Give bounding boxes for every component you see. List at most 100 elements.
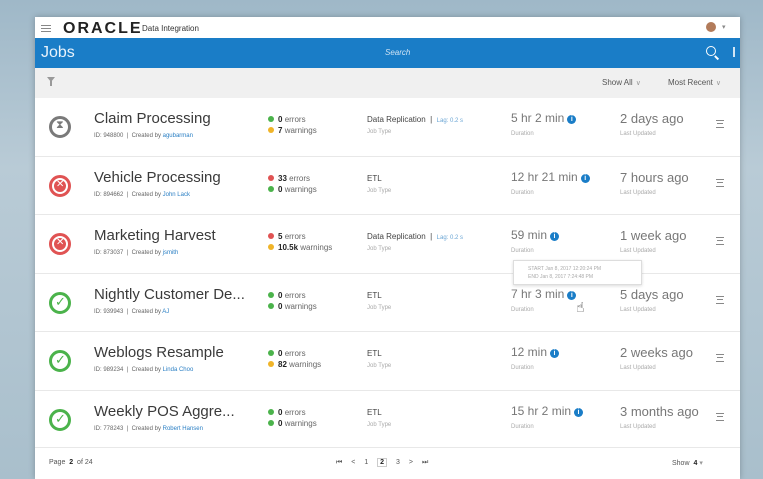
creator-link[interactable]: Linda Choo <box>163 367 194 373</box>
row-menu-icon[interactable] <box>716 120 724 128</box>
duration-label: Duration <box>511 306 534 313</box>
errors-label: errors <box>284 349 306 358</box>
job-name[interactable]: Nightly Customer De... <box>94 286 245 303</box>
issue-counts: 0 errors 0 warnings <box>268 290 317 312</box>
more-icon[interactable] <box>733 47 735 57</box>
job-type: ETL <box>367 174 382 183</box>
errors-label: errors <box>284 115 306 124</box>
job-name[interactable]: Weekly POS Aggre... <box>94 403 235 420</box>
warnings-label: warnings <box>284 126 317 135</box>
created-by-label: Created by <box>131 250 161 256</box>
creator-link[interactable]: John Lack <box>163 192 190 198</box>
job-id: ID: 894662 <box>94 191 124 198</box>
warnings-label: warnings <box>284 418 317 428</box>
info-icon[interactable]: i <box>567 115 577 124</box>
prev-page-icon[interactable]: < <box>351 459 355 466</box>
job-type: Data Replication | Lag: 0.2 s <box>367 232 464 241</box>
filter-icon[interactable] <box>47 77 55 86</box>
job-row[interactable]: Claim Processing ID: 948800 | Created by… <box>35 98 740 157</box>
warnings-label: warnings <box>284 301 317 311</box>
page-3-link[interactable]: 3 <box>396 459 400 466</box>
creator-link[interactable]: agubarman <box>163 133 193 139</box>
job-type-value: ETL <box>367 349 382 358</box>
last-updated: 2 days ago <box>620 111 684 126</box>
tooltip-end: END Jan 8, 2017 7:24:48 PM <box>528 274 594 280</box>
user-avatar-icon[interactable] <box>706 22 716 32</box>
last-page-icon[interactable]: ⏭ <box>422 459 428 467</box>
oracle-logo: ORACLE <box>63 20 143 37</box>
issue-counts: 33 errors 0 warnings <box>268 173 317 195</box>
show-filter-label: Show All <box>602 78 633 87</box>
sort-dropdown[interactable]: Most Recent ∨ <box>668 78 721 87</box>
job-type: Data Replication | Lag: 0.2 s <box>367 115 464 124</box>
info-icon[interactable]: i <box>550 232 560 241</box>
job-name[interactable]: Vehicle Processing <box>94 169 221 186</box>
lag-value: Lag: 0.2 s <box>436 235 464 241</box>
error-count: 0 <box>278 349 283 358</box>
warnings-status-dot <box>268 127 274 133</box>
next-page-icon[interactable]: > <box>409 459 413 466</box>
errors-status-dot <box>268 116 274 122</box>
page-1-link[interactable]: 1 <box>364 459 368 466</box>
job-name[interactable]: Claim Processing <box>94 110 211 127</box>
creator-link[interactable]: Robert Hansen <box>163 426 203 432</box>
creator-link[interactable]: jsmith <box>163 250 179 256</box>
info-icon[interactable]: i <box>567 290 577 300</box>
warnings-label: warnings <box>284 184 317 194</box>
warning-count: 0 <box>278 418 283 428</box>
duration-label: Duration <box>511 365 534 371</box>
duration: 5 hr 2 min i <box>511 111 577 125</box>
job-name[interactable]: Marketing Harvest <box>94 227 216 244</box>
job-name[interactable]: Weblogs Resample <box>94 344 224 361</box>
user-menu-chevron-icon[interactable]: ▾ <box>722 23 726 31</box>
row-menu-icon[interactable] <box>716 237 724 245</box>
created-by-label: Created by <box>131 367 161 373</box>
job-id: ID: 939943 <box>94 308 124 315</box>
created-by-label: Created by <box>131 191 161 198</box>
warning-count: 0 <box>278 301 283 311</box>
row-menu-icon[interactable] <box>716 354 724 362</box>
error-count: 33 <box>278 173 287 183</box>
job-row[interactable]: Vehicle Processing ID: 894662 | Created … <box>35 157 740 215</box>
last-updated-label: Last Updated <box>620 248 656 254</box>
row-menu-icon[interactable] <box>716 295 724 304</box>
duration-label: Duration <box>511 189 534 196</box>
creator-link[interactable]: AJ <box>162 309 169 315</box>
success-status-icon <box>49 408 71 431</box>
first-page-icon[interactable]: ⏮ <box>336 459 342 467</box>
errors-label: errors <box>289 173 311 183</box>
pager: ⏮ < 1 2 3 > ⏭ <box>336 458 435 467</box>
job-type-label: Job Type <box>367 363 392 369</box>
hamburger-menu-icon[interactable] <box>41 25 51 32</box>
search-input[interactable]: Search <box>385 48 410 57</box>
failed-status-icon <box>49 233 71 255</box>
row-menu-icon[interactable] <box>716 178 724 187</box>
duration-value: 15 hr 2 min <box>511 403 572 418</box>
job-row[interactable]: Weblogs Resample ID: 989234 | Created by… <box>35 332 740 391</box>
tooltip-start: START Jan 8, 2017 12:20:24 PM <box>528 266 602 272</box>
error-count: 0 <box>278 115 283 124</box>
app-window: ORACLE Data Integration ▾ Jobs Search Sh… <box>35 17 740 479</box>
issue-counts: 0 errors 7 warnings <box>268 114 317 136</box>
show-label: Show <box>672 460 690 467</box>
duration-label: Duration <box>511 248 534 254</box>
sort-label: Most Recent <box>668 78 713 87</box>
success-status-icon <box>49 350 71 372</box>
job-type: ETL <box>367 349 382 358</box>
row-menu-icon[interactable] <box>716 412 724 421</box>
pagination-footer: Page 2 of 24 ⏮ < 1 2 3 > ⏭ Show 4 ▾ <box>35 447 740 479</box>
page-title: Jobs <box>41 44 75 61</box>
info-icon[interactable]: i <box>580 173 590 183</box>
job-type-label: Job Type <box>367 187 392 194</box>
duration: 12 hr 21 min i <box>511 170 590 184</box>
page-2-link[interactable]: 2 <box>377 458 388 467</box>
search-icon[interactable] <box>706 46 716 56</box>
page-size-select[interactable]: Show 4 ▾ <box>672 459 703 467</box>
show-filter-dropdown[interactable]: Show All ∨ <box>602 78 641 87</box>
duration-value: 12 hr 21 min <box>511 169 578 184</box>
info-icon[interactable]: i <box>574 407 584 417</box>
duration-value: 7 hr 3 min <box>511 286 565 301</box>
duration-value: 12 min <box>511 345 548 359</box>
info-icon[interactable]: i <box>550 349 560 358</box>
job-row[interactable]: Weekly POS Aggre... ID: 778243 | Created… <box>35 391 740 449</box>
